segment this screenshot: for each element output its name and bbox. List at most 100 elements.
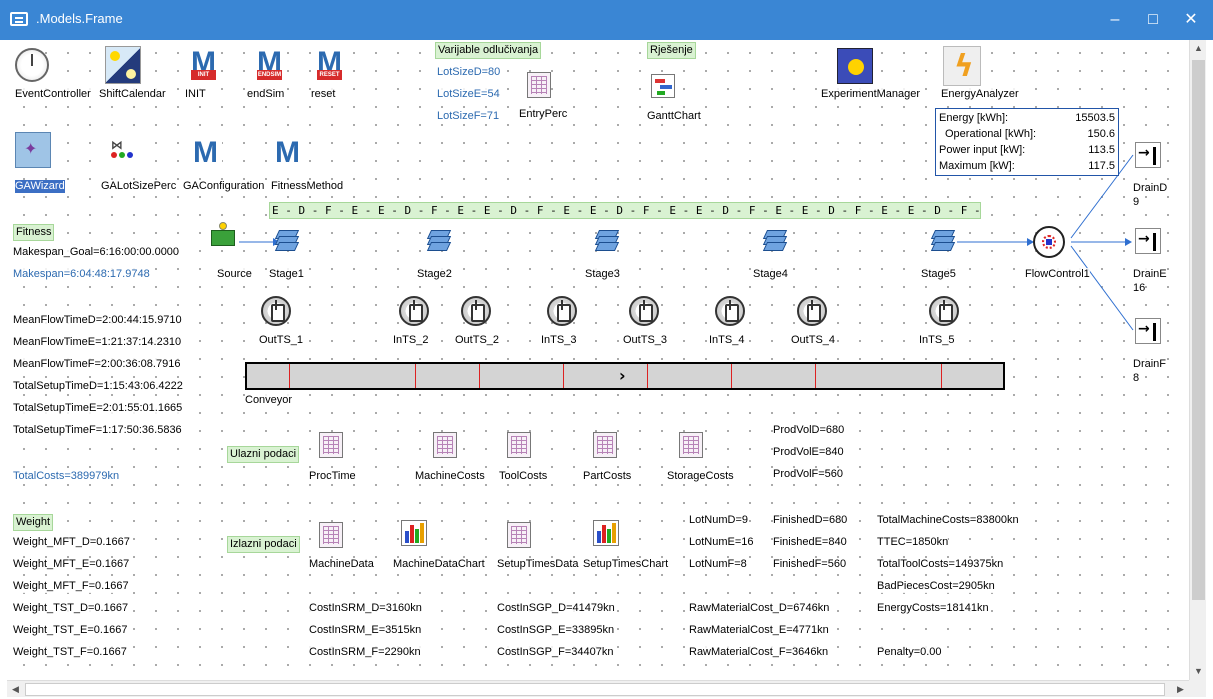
- title-bar: .Models.Frame – □ ✕: [0, 0, 1213, 40]
- setuptimes-table[interactable]: [507, 522, 531, 548]
- init-method[interactable]: M INIT: [187, 46, 220, 82]
- source[interactable]: [211, 222, 237, 248]
- energy-analyzer[interactable]: ϟ: [943, 46, 981, 86]
- store-outts-4-label: OutTS_4: [791, 334, 836, 347]
- experiment-manager-label: ExperimentManager: [821, 88, 921, 101]
- table-icon: [433, 432, 457, 458]
- event-controller[interactable]: [15, 48, 49, 82]
- endsim-method[interactable]: M ENDSIM: [253, 46, 286, 82]
- penalty: Penalty=0.00: [877, 646, 942, 659]
- store-outts-2[interactable]: [461, 296, 491, 326]
- minimize-button[interactable]: –: [1100, 8, 1130, 32]
- store-icon: [797, 296, 827, 326]
- store-outts-1[interactable]: [261, 296, 291, 326]
- horizontal-scroll-thumb[interactable]: [25, 683, 1165, 696]
- cost-srm-d: CostInSRM_D=3160kn: [309, 602, 422, 615]
- drain-icon: [1135, 228, 1161, 254]
- lotsize-d[interactable]: LotSizeD=80: [437, 66, 501, 79]
- experiment-manager[interactable]: [837, 48, 873, 84]
- store-ints-3-label: InTS_3: [541, 334, 577, 347]
- lightning-icon: ϟ: [943, 46, 981, 86]
- stage-3[interactable]: [594, 228, 620, 252]
- prodvol-d: ProdVolD=680: [773, 424, 845, 437]
- scroll-down-icon[interactable]: ▼: [1190, 663, 1207, 680]
- store-outts-3[interactable]: [629, 296, 659, 326]
- ga-wizard-label: GAWizard: [15, 180, 65, 193]
- scroll-left-icon[interactable]: ◀: [7, 681, 24, 698]
- machinedata-chart[interactable]: [401, 520, 427, 546]
- proctime-table[interactable]: [319, 432, 343, 458]
- lotsize-f[interactable]: LotSizeF=71: [437, 110, 500, 123]
- store-icon: [461, 296, 491, 326]
- scroll-right-icon[interactable]: ▶: [1172, 681, 1189, 698]
- storagecosts-label: StorageCosts: [667, 470, 734, 483]
- store-ints-3[interactable]: [547, 296, 577, 326]
- setuptimes-chart[interactable]: [593, 520, 619, 546]
- reset-label: reset: [311, 88, 336, 101]
- conveyor[interactable]: ›: [245, 362, 1005, 390]
- store-icon: [547, 296, 577, 326]
- store-ints-5[interactable]: [929, 296, 959, 326]
- vertical-scrollbar[interactable]: ▲ ▼: [1189, 40, 1206, 680]
- ga-wizard[interactable]: ✦: [15, 132, 51, 168]
- drain-f[interactable]: [1135, 318, 1161, 344]
- cost-srm-f: CostInSRM_F=2290kn: [309, 646, 421, 659]
- store-outts-3-label: OutTS_3: [623, 334, 668, 347]
- horizontal-scrollbar[interactable]: ◀ ▶: [7, 680, 1189, 697]
- partcosts-table[interactable]: [593, 432, 617, 458]
- vertical-scroll-thumb[interactable]: [1192, 60, 1205, 600]
- reset-method[interactable]: M RESET: [313, 46, 346, 82]
- shift-calendar[interactable]: [105, 46, 141, 84]
- mean-flow-time-e: MeanFlowTimeE=1:21:37:14.2310: [13, 336, 182, 349]
- toolcosts-table[interactable]: [507, 432, 531, 458]
- weight-mft-e: Weight_MFT_E=0.1667: [13, 558, 130, 571]
- stage-1[interactable]: [274, 228, 300, 252]
- gantt-chart[interactable]: [651, 74, 675, 98]
- weight-tst-f: Weight_TST_F=0.1667: [13, 646, 127, 659]
- stage-5-label: Stage5: [921, 268, 956, 281]
- conveyor-direction-icon: ›: [619, 366, 626, 385]
- machinecosts-table[interactable]: [433, 432, 457, 458]
- entry-perc-table[interactable]: [527, 72, 551, 98]
- table-icon: [319, 522, 343, 548]
- fitness-method[interactable]: M: [271, 136, 304, 172]
- source-label: Source: [217, 268, 252, 281]
- machinecosts-label: MachineCosts: [415, 470, 485, 483]
- energy-costs: EnergyCosts=18141kn: [877, 602, 989, 615]
- store-ints-2[interactable]: [399, 296, 429, 326]
- ga-configuration-method[interactable]: M: [189, 136, 222, 172]
- makespan: Makespan=6:04:48:17.9748: [13, 268, 150, 281]
- entry-perc-label: EntryPerc: [519, 108, 568, 121]
- drain-e[interactable]: [1135, 228, 1161, 254]
- flow-control[interactable]: [1033, 226, 1065, 258]
- method-icon: M: [271, 136, 304, 172]
- maximize-button[interactable]: □: [1138, 8, 1168, 32]
- store-outts-2-label: OutTS_2: [455, 334, 500, 347]
- scroll-up-icon[interactable]: ▲: [1190, 40, 1207, 57]
- stage-2[interactable]: [426, 228, 452, 252]
- dna-icon: ⋈: [107, 136, 137, 164]
- close-button[interactable]: ✕: [1176, 8, 1206, 32]
- stage-icon: [762, 228, 788, 252]
- ga-configuration-label: GAConfiguration: [183, 180, 265, 193]
- table-icon: [593, 432, 617, 458]
- store-outts-4[interactable]: [797, 296, 827, 326]
- raw-material-cost-d: RawMaterialCost_D=6746kn: [689, 602, 830, 615]
- raw-material-cost-e: RawMaterialCost_E=4771kn: [689, 624, 829, 637]
- storagecosts-table[interactable]: [679, 432, 703, 458]
- makespan-goal: Makespan_Goal=6:16:00:00.0000: [13, 246, 180, 259]
- store-ints-4[interactable]: [715, 296, 745, 326]
- lotnum-e: LotNumE=16: [689, 536, 754, 549]
- store-ints-2-label: InTS_2: [393, 334, 429, 347]
- lotsize-e[interactable]: LotSizeE=54: [437, 88, 500, 101]
- model-canvas[interactable]: EventController ShiftCalendar M INIT INIT…: [7, 40, 1189, 680]
- ttec: TTEC=1850kn: [877, 536, 949, 549]
- stage-4[interactable]: [762, 228, 788, 252]
- table-icon: [507, 432, 531, 458]
- stage-5[interactable]: [930, 228, 956, 252]
- ga-lot-size-perc[interactable]: ⋈: [107, 136, 137, 164]
- drain-d[interactable]: [1135, 142, 1161, 168]
- machinedata-table[interactable]: [319, 522, 343, 548]
- window-title: .Models.Frame: [36, 11, 123, 26]
- machinedata-label: MachineData: [309, 558, 374, 571]
